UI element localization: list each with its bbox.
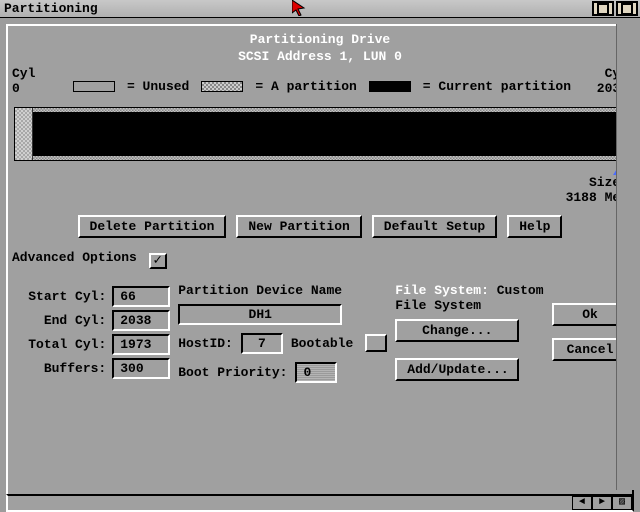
titlebar[interactable]: Partitioning: [0, 0, 640, 18]
horizontal-scrollbar[interactable]: ◄ ► ▨: [6, 494, 634, 512]
zoom-gadget-icon[interactable]: [616, 1, 638, 16]
window-title: Partitioning: [4, 1, 98, 16]
bootable-checkbox[interactable]: [365, 334, 387, 352]
help-button[interactable]: Help: [507, 215, 562, 238]
swatch-current-icon: [369, 81, 411, 92]
pdn-field[interactable]: DH1: [178, 304, 342, 325]
endcyl-label: End Cyl:: [44, 313, 106, 328]
bootable-label: Bootable: [291, 336, 353, 351]
size-gadget-icon[interactable]: ▨: [612, 496, 632, 510]
partition-slice-unused[interactable]: [15, 108, 33, 160]
totalcyl-field[interactable]: 1973: [112, 334, 170, 355]
partition-slice-current[interactable]: [33, 112, 621, 156]
add-update-button[interactable]: Add/Update...: [395, 358, 519, 381]
hostid-label: HostID:: [178, 336, 233, 351]
legend-unused: = Unused: [127, 79, 189, 94]
scroll-left-icon[interactable]: ◄: [572, 496, 592, 510]
hostid-field[interactable]: 7: [241, 333, 283, 354]
scroll-right-icon[interactable]: ►: [592, 496, 612, 510]
fs-label: File System:: [395, 283, 489, 298]
endcyl-field[interactable]: 2038: [112, 310, 170, 331]
swatch-unused-icon: [73, 81, 115, 92]
startcyl-label: Start Cyl:: [28, 289, 106, 304]
legend-current: = Current partition: [423, 79, 571, 94]
legend-partition: = A partition: [255, 79, 356, 94]
buffers-label: Buffers:: [44, 361, 106, 376]
swatch-partition-icon: [201, 81, 243, 92]
right-margin: [616, 24, 634, 490]
buffers-field[interactable]: 300: [112, 358, 170, 379]
totalcyl-label: Total Cyl:: [28, 337, 106, 352]
delete-partition-button[interactable]: Delete Partition: [78, 215, 227, 238]
new-partition-button[interactable]: New Partition: [236, 215, 361, 238]
mouse-cursor-icon: [292, 0, 306, 16]
advanced-options-label: Advanced Options: [12, 250, 137, 265]
pdn-label: Partition Device Name: [178, 283, 387, 298]
main-window: Partitioning Drive SCSI Address 1, LUN 0…: [6, 24, 634, 504]
change-button[interactable]: Change...: [395, 319, 519, 342]
startcyl-field[interactable]: 66: [112, 286, 170, 307]
bootpri-field[interactable]: 0: [295, 362, 337, 383]
default-setup-button[interactable]: Default Setup: [372, 215, 497, 238]
bootpri-label: Boot Priority:: [178, 365, 287, 380]
advanced-options-checkbox[interactable]: [149, 253, 167, 269]
partition-map[interactable]: [14, 107, 626, 161]
header-title: Partitioning Drive: [12, 32, 628, 47]
depth-gadget-icon[interactable]: [592, 1, 614, 16]
header-subtitle: SCSI Address 1, LUN 0: [12, 49, 628, 64]
